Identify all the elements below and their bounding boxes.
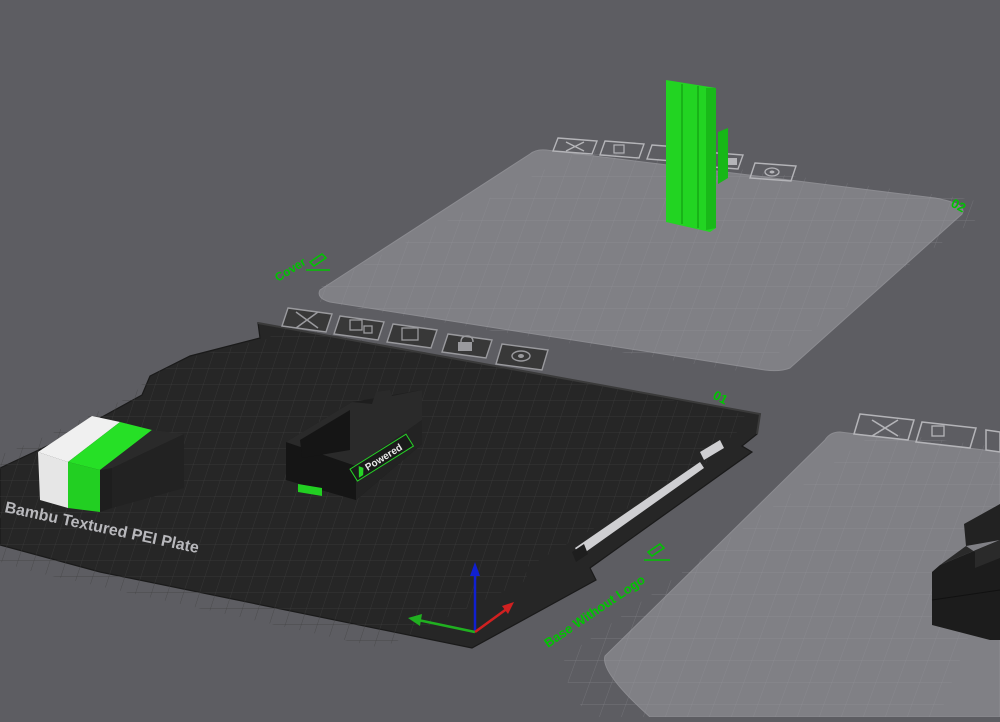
plate-01-index: 01 bbox=[711, 387, 731, 407]
plate-02-name: Cover bbox=[272, 254, 309, 284]
settings-icon[interactable] bbox=[495, 343, 549, 371]
edit-name-icon[interactable] bbox=[644, 543, 670, 561]
orient-icon[interactable] bbox=[386, 323, 438, 349]
lock-icon[interactable] bbox=[441, 333, 493, 359]
edit-name-icon[interactable] bbox=[306, 253, 330, 271]
3d-viewport[interactable]: 02 Cover 01 Bambu Textured PEI Plate Bas… bbox=[0, 0, 1000, 718]
plate-02-name-label[interactable]: Cover bbox=[272, 253, 330, 285]
